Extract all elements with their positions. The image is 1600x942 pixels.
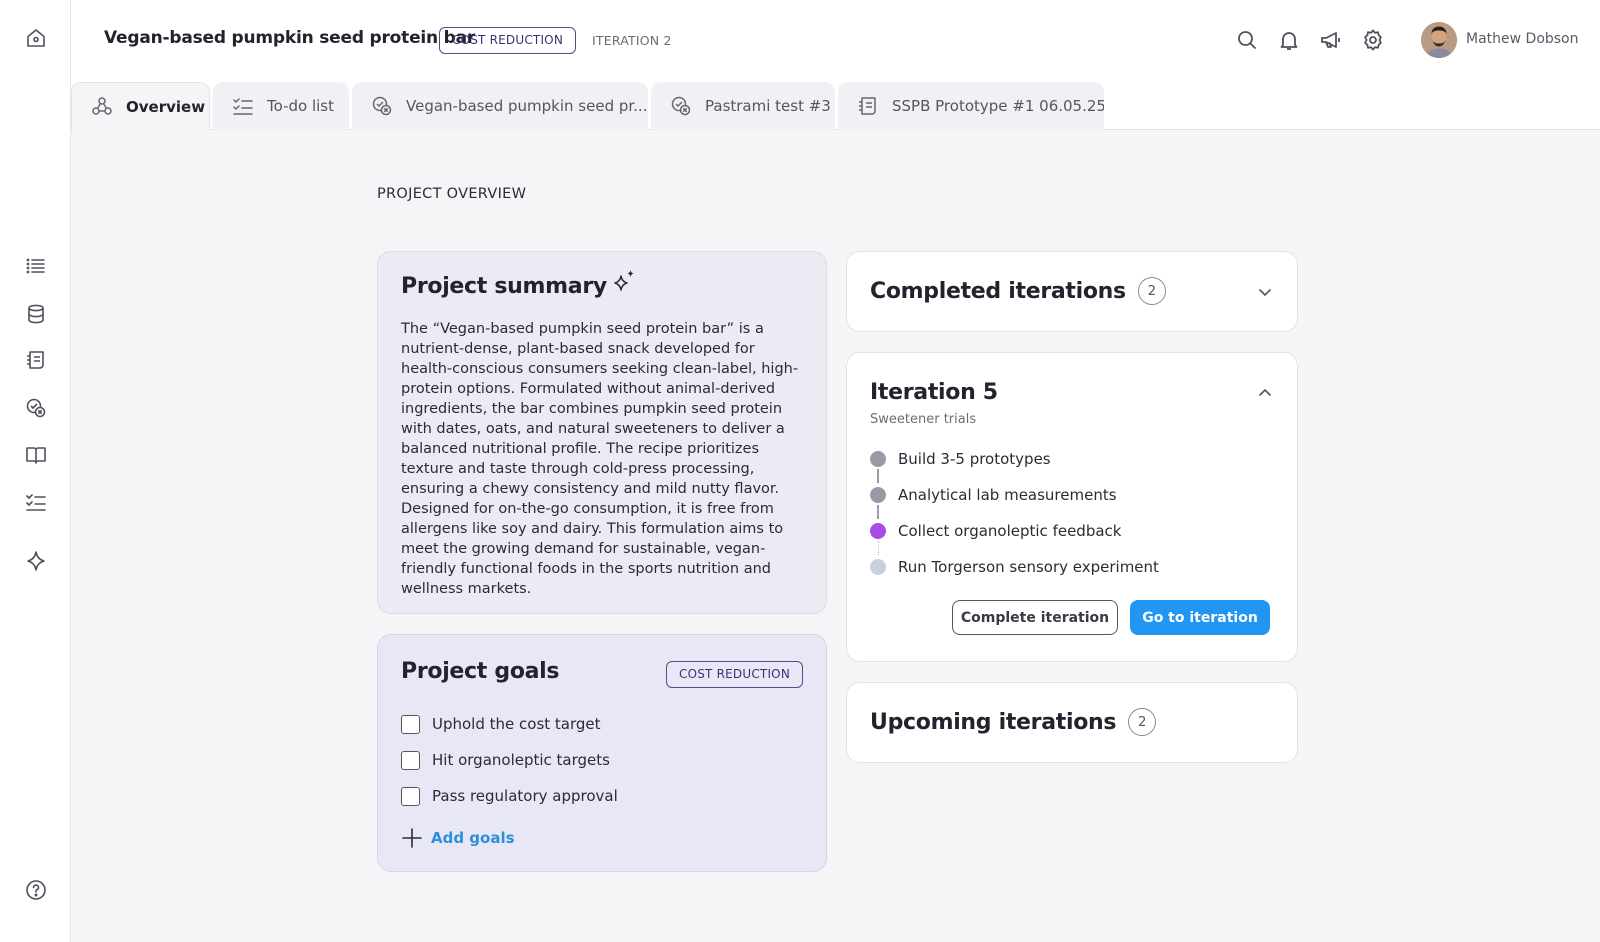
plus-icon <box>401 827 423 849</box>
list-icon[interactable] <box>24 254 48 278</box>
tab-overview[interactable]: Overview <box>71 82 210 131</box>
flask-check-icon <box>669 94 693 118</box>
completed-iterations-card[interactable]: Completed iterations 2 <box>846 251 1298 332</box>
iteration-subtitle: Sweetener trials <box>870 412 977 427</box>
step-done-dot <box>870 487 886 503</box>
user-name[interactable]: Mathew Dobson <box>1466 31 1579 47</box>
step-label: Build 3-5 prototypes <box>898 450 1051 468</box>
sparkle-icon[interactable] <box>24 549 48 573</box>
upcoming-count: 2 <box>1128 708 1157 736</box>
chevron-up-icon[interactable] <box>1255 383 1275 403</box>
go-to-iteration-button[interactable]: Go to iteration <box>1130 600 1270 635</box>
summary-title: Project summary <box>401 274 607 299</box>
tab-sspb-prototype[interactable]: SSPB Prototype #1 06.05.25 <box>838 82 1104 130</box>
sparkles-icon <box>611 268 637 294</box>
summary-text: The “Vegan-based pumpkin seed protein ba… <box>401 321 799 597</box>
checklist-icon <box>231 94 255 118</box>
gear-icon[interactable] <box>1361 28 1385 52</box>
tab-label: Vegan-based pumpkin seed pr... <box>406 97 648 115</box>
chevron-down-icon[interactable] <box>1255 282 1275 302</box>
tab-label: To-do list <box>267 97 334 115</box>
avatar[interactable] <box>1421 22 1457 58</box>
step-item: Run Torgerson sensory experiment <box>870 549 1159 585</box>
tab-label: Pastrami test #3 <box>705 97 831 115</box>
recipe-icon <box>856 94 880 118</box>
goal-item[interactable]: Uphold the cost target <box>401 706 803 742</box>
top-header: Vegan-based pumpkin seed protein bar COS… <box>71 0 1600 80</box>
left-rail <box>0 0 71 942</box>
complete-iteration-button[interactable]: Complete iteration <box>952 600 1118 635</box>
goal-label: Uphold the cost target <box>432 715 601 733</box>
goals-badge: COST REDUCTION <box>666 661 803 688</box>
goal-label: Hit organoleptic targets <box>432 751 610 769</box>
goal-badge: COST REDUCTION <box>439 27 576 54</box>
tab-label: Overview <box>126 98 206 116</box>
iteration-steps: Build 3-5 prototypes Analytical lab meas… <box>870 441 1159 585</box>
step-item: Analytical lab measurements <box>870 477 1159 519</box>
completed-count: 2 <box>1137 277 1166 305</box>
book-icon[interactable] <box>24 443 48 467</box>
section-title: PROJECT OVERVIEW <box>377 186 527 202</box>
checklist-icon[interactable] <box>24 490 48 514</box>
help-icon[interactable] <box>24 878 48 902</box>
goal-checkbox[interactable] <box>401 714 420 734</box>
step-label: Analytical lab measurements <box>898 486 1117 504</box>
recipe-icon[interactable] <box>24 348 48 372</box>
completed-title: Completed iterations <box>870 278 1126 304</box>
megaphone-icon[interactable] <box>1319 28 1343 52</box>
goal-checkbox[interactable] <box>401 786 420 806</box>
project-goals-card: Project goals COST REDUCTION Uphold the … <box>377 634 827 872</box>
step-item: Build 3-5 prototypes <box>870 441 1159 483</box>
summary-heading: Project summary <box>401 270 803 299</box>
step-label: Collect organoleptic feedback <box>898 522 1122 540</box>
tab-vegan-pumpkin-seed[interactable]: Vegan-based pumpkin seed pr... <box>352 82 648 130</box>
goal-item[interactable]: Pass regulatory approval <box>401 778 803 814</box>
flask-check-icon <box>370 94 394 118</box>
home-icon[interactable] <box>24 26 48 50</box>
tab-label: SSPB Prototype #1 06.05.25 <box>892 97 1104 115</box>
project-title: Vegan-based pumpkin seed protein bar <box>104 28 476 48</box>
current-iteration-card: Iteration 5 Sweetener trials Build 3-5 p… <box>846 352 1298 662</box>
step-upcoming-dot <box>870 559 886 575</box>
database-icon[interactable] <box>24 302 48 326</box>
step-done-dot <box>870 451 886 467</box>
tab-pastrami-test[interactable]: Pastrami test #3 <box>651 82 835 130</box>
upcoming-title: Upcoming iterations <box>870 709 1117 735</box>
search-icon[interactable] <box>1235 28 1259 52</box>
molecule-icon <box>90 95 114 119</box>
goal-label: Pass regulatory approval <box>432 787 618 805</box>
goal-item[interactable]: Hit organoleptic targets <box>401 742 803 778</box>
iteration-label: ITERATION 2 <box>592 33 672 48</box>
bell-icon[interactable] <box>1277 28 1301 52</box>
main-content: PROJECT OVERVIEW Project summary The “Ve… <box>71 130 1600 942</box>
step-label: Run Torgerson sensory experiment <box>898 558 1159 576</box>
goal-checkbox[interactable] <box>401 750 420 770</box>
tab-to-do-list[interactable]: To-do list <box>213 82 349 130</box>
tab-bar: Overview To-do list Vegan-based pumpkin … <box>71 80 1600 131</box>
project-summary-card: Project summary The “Vegan-based pumpkin… <box>377 251 827 614</box>
flask-check-icon[interactable] <box>24 396 48 420</box>
iteration-title: Iteration 5 <box>870 380 998 405</box>
step-item: Collect organoleptic feedback <box>870 513 1159 555</box>
goals-list: Uphold the cost target Hit organoleptic … <box>401 706 803 814</box>
add-goals-label: Add goals <box>431 829 515 847</box>
upcoming-iterations-card[interactable]: Upcoming iterations 2 <box>846 682 1298 763</box>
add-goals-button[interactable]: Add goals <box>401 818 803 858</box>
step-current-dot <box>870 523 886 539</box>
